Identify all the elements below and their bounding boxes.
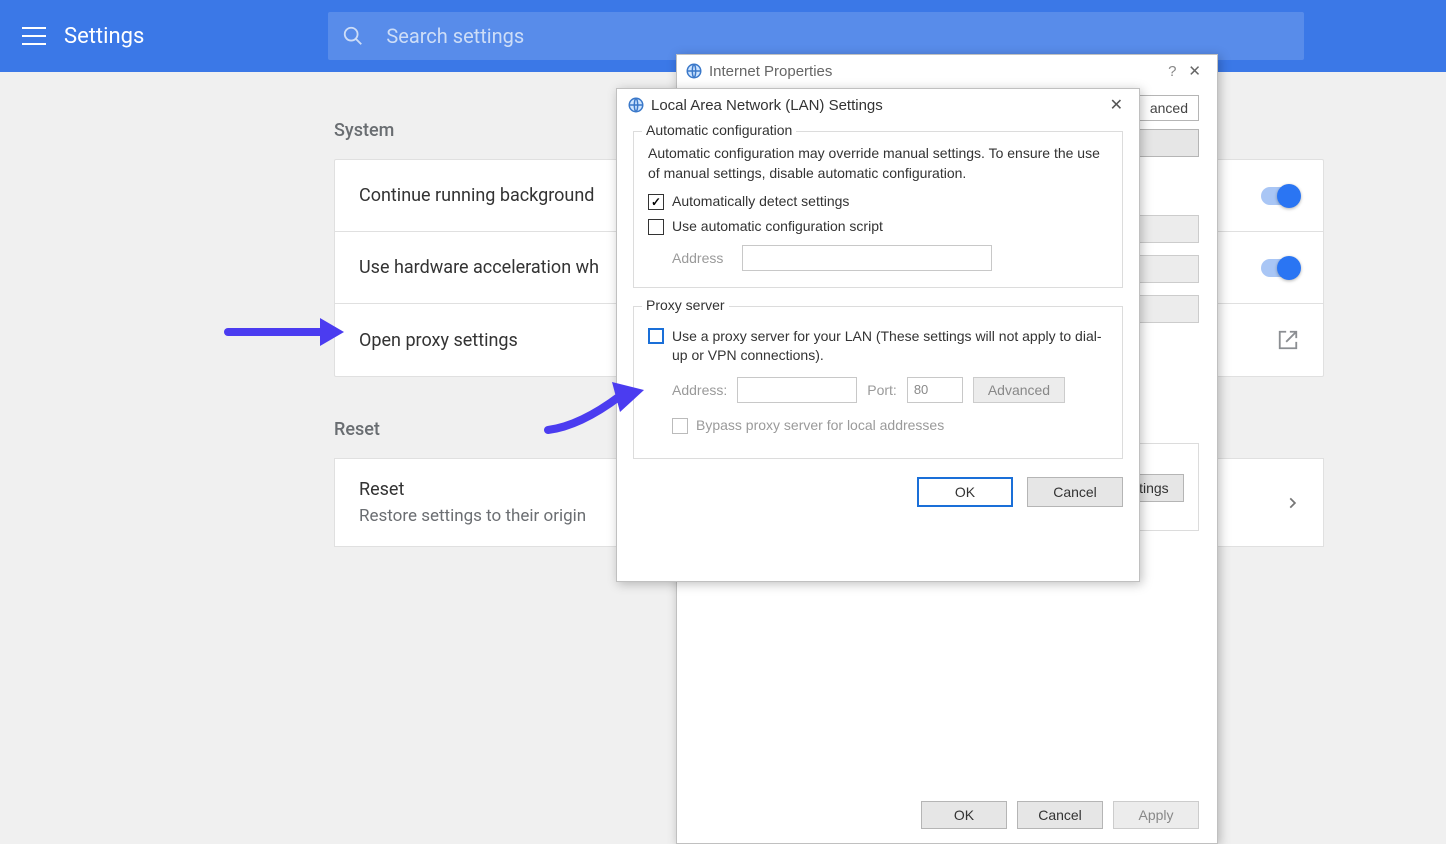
chevron-right-icon [1285, 496, 1299, 510]
search-placeholder: Search settings [386, 24, 524, 48]
address-label: Address [672, 250, 732, 266]
group-title: Proxy server [642, 297, 729, 313]
tab-advanced[interactable]: anced [1139, 95, 1199, 121]
cancel-button[interactable]: Cancel [1027, 477, 1123, 507]
checkbox-use-proxy[interactable]: Use a proxy server for your LAN (These s… [648, 327, 1108, 365]
checkbox-bypass-local[interactable]: Bypass proxy server for local addresses [672, 417, 1108, 434]
ok-button[interactable]: OK [917, 477, 1013, 507]
toggle-on-icon[interactable] [1261, 187, 1299, 205]
proxy-port-label: Port: [867, 382, 897, 398]
checkbox-label: Use automatic configuration script [672, 218, 883, 234]
checkbox-label: Automatically detect settings [672, 193, 849, 209]
apply-button[interactable]: Apply [1113, 801, 1199, 829]
annotation-arrow-icon [224, 312, 344, 352]
titlebar[interactable]: Internet Properties ? ✕ [677, 55, 1217, 87]
globe-icon [627, 96, 645, 114]
checkbox-icon[interactable] [648, 194, 664, 210]
group-title: Automatic configuration [642, 122, 796, 138]
ok-button[interactable]: OK [921, 801, 1007, 829]
page-title: Settings [64, 24, 144, 49]
checkbox-auto-script[interactable]: Use automatic configuration script [648, 218, 1108, 235]
checkbox-auto-detect[interactable]: Automatically detect settings [648, 193, 1108, 210]
reset-title: Reset [359, 479, 404, 500]
search-input[interactable]: Search settings [328, 12, 1304, 60]
advanced-button[interactable]: Advanced [973, 377, 1065, 403]
checkbox-label: Bypass proxy server for local addresses [696, 417, 944, 433]
dialog-title: Local Area Network (LAN) Settings [651, 97, 1104, 114]
group-proxy-server: Proxy server Use a proxy server for your… [633, 306, 1123, 459]
dialog-title: Internet Properties [709, 63, 1168, 80]
checkbox-icon[interactable] [648, 219, 664, 235]
close-icon[interactable]: ✕ [1104, 95, 1129, 115]
titlebar[interactable]: Local Area Network (LAN) Settings ✕ [617, 89, 1139, 121]
globe-icon [685, 62, 703, 80]
group-automatic-configuration: Automatic configuration Automatic config… [633, 131, 1123, 288]
lan-settings-dialog: Local Area Network (LAN) Settings ✕ Auto… [616, 88, 1140, 582]
search-icon [342, 25, 364, 47]
close-icon[interactable]: ✕ [1180, 62, 1209, 80]
toggle-on-icon[interactable] [1261, 259, 1299, 277]
proxy-address-label: Address: [672, 382, 727, 398]
proxy-port-input[interactable] [907, 377, 963, 403]
menu-icon[interactable] [22, 24, 46, 48]
open-external-icon [1277, 329, 1299, 351]
checkbox-icon[interactable] [648, 328, 664, 344]
help-icon[interactable]: ? [1168, 63, 1176, 80]
auto-script-address-row: Address [672, 245, 1108, 271]
auto-config-description: Automatic configuration may override man… [648, 144, 1108, 183]
cancel-button[interactable]: Cancel [1017, 801, 1103, 829]
checkbox-icon[interactable] [672, 418, 688, 434]
checkbox-label: Use a proxy server for your LAN (These s… [672, 327, 1108, 365]
annotation-arrow-icon [540, 378, 650, 438]
proxy-address-input[interactable] [737, 377, 857, 403]
auto-script-address-input[interactable] [742, 245, 992, 271]
